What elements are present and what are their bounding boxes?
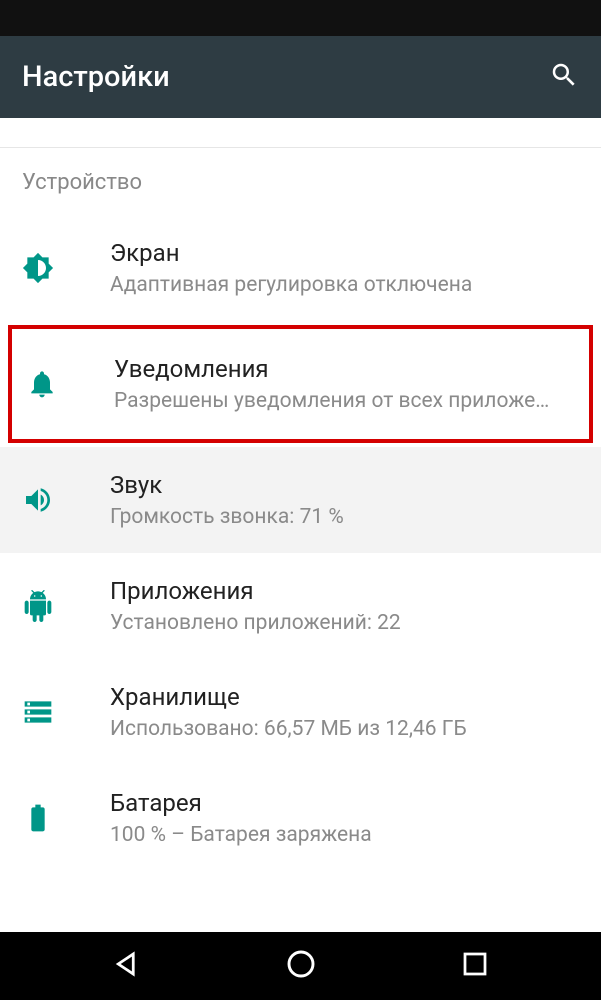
app-bar: Настройки bbox=[0, 36, 601, 118]
page-title: Настройки bbox=[22, 60, 170, 94]
volume-icon bbox=[22, 484, 54, 516]
item-texts: Приложения Установлено приложений: 22 bbox=[110, 577, 579, 635]
home-circle-icon bbox=[285, 948, 317, 980]
item-subtitle: Громкость звонка: 71 % bbox=[110, 505, 579, 529]
nav-back-button[interactable] bbox=[112, 949, 142, 983]
nav-recent-button[interactable] bbox=[460, 949, 490, 983]
item-title: Приложения bbox=[110, 577, 579, 605]
spacer bbox=[0, 118, 601, 148]
battery-icon bbox=[22, 802, 54, 834]
item-texts: Экран Адаптивная регулировка отключена bbox=[110, 239, 579, 297]
content: Устройство Экран Адаптивная регулировка … bbox=[0, 118, 601, 871]
list-item-battery[interactable]: Батарея 100 % – Батарея заряжена bbox=[0, 765, 601, 871]
list-item-storage[interactable]: Хранилище Использовано: 66,57 МБ из 12,4… bbox=[0, 659, 601, 765]
icon-wrap bbox=[22, 590, 110, 622]
back-triangle-icon bbox=[112, 949, 142, 979]
item-texts: Звук Громкость звонка: 71 % bbox=[110, 471, 579, 529]
item-subtitle: Использовано: 66,57 МБ из 12,46 ГБ bbox=[110, 717, 579, 741]
item-subtitle: 100 % – Батарея заряжена bbox=[110, 823, 579, 847]
item-title: Уведомления bbox=[114, 355, 575, 383]
icon-wrap bbox=[22, 484, 110, 516]
list-item-sound[interactable]: Звук Громкость звонка: 71 % bbox=[0, 447, 601, 553]
search-icon bbox=[549, 60, 579, 90]
item-title: Звук bbox=[110, 471, 579, 499]
item-texts: Уведомления Разрешены уведомления от все… bbox=[114, 355, 575, 413]
brightness-icon bbox=[22, 252, 54, 284]
icon-wrap bbox=[26, 368, 114, 400]
item-title: Экран bbox=[110, 239, 579, 267]
search-button[interactable] bbox=[549, 60, 579, 94]
section-header: Устройство bbox=[0, 148, 601, 215]
icon-wrap bbox=[22, 802, 110, 834]
nav-home-button[interactable] bbox=[285, 948, 317, 984]
item-title: Батарея bbox=[110, 789, 579, 817]
status-bar bbox=[0, 0, 601, 36]
item-subtitle: Разрешены уведомления от всех приложе… bbox=[114, 389, 575, 413]
highlight-annotation: Уведомления Разрешены уведомления от все… bbox=[8, 325, 593, 443]
item-title: Хранилище bbox=[110, 683, 579, 711]
navigation-bar bbox=[0, 932, 601, 1000]
item-texts: Батарея 100 % – Батарея заряжена bbox=[110, 789, 579, 847]
storage-icon bbox=[22, 696, 54, 728]
recent-square-icon bbox=[460, 949, 490, 979]
icon-wrap bbox=[22, 252, 110, 284]
list-item-apps[interactable]: Приложения Установлено приложений: 22 bbox=[0, 553, 601, 659]
icon-wrap bbox=[22, 696, 110, 728]
item-texts: Хранилище Использовано: 66,57 МБ из 12,4… bbox=[110, 683, 579, 741]
list-item-notifications[interactable]: Уведомления Разрешены уведомления от все… bbox=[12, 329, 589, 439]
android-icon bbox=[22, 590, 54, 622]
item-subtitle: Установлено приложений: 22 bbox=[110, 611, 579, 635]
bell-icon bbox=[26, 368, 58, 400]
list-item-display[interactable]: Экран Адаптивная регулировка отключена bbox=[0, 215, 601, 321]
item-subtitle: Адаптивная регулировка отключена bbox=[110, 273, 579, 297]
